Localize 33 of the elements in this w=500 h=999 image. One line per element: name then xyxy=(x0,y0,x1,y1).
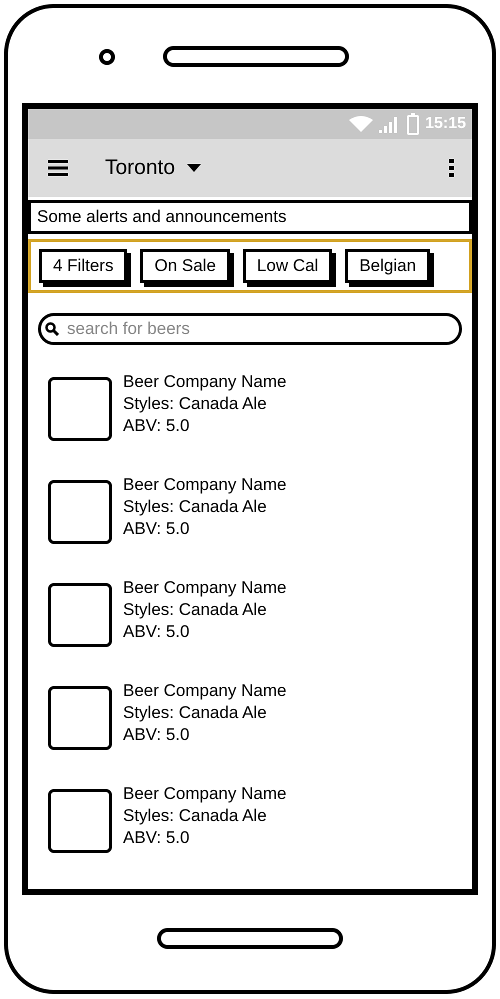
search-field[interactable]: search for beers xyxy=(38,313,462,345)
beer-styles: Styles: Canada Ale xyxy=(123,805,268,827)
beer-thumbnail xyxy=(48,377,112,441)
beer-styles: Styles: Canada Ale xyxy=(123,393,268,415)
beer-name: Beer Company Name xyxy=(123,783,286,805)
beer-styles: Styles: Canada Ale xyxy=(123,496,268,518)
wifi-icon xyxy=(349,116,374,132)
beer-name: Beer Company Name xyxy=(123,474,286,496)
battery-icon xyxy=(407,113,420,135)
camera-icon xyxy=(99,48,115,64)
status-time: 15:15 xyxy=(425,114,466,134)
dropdown-caret-icon[interactable] xyxy=(187,164,202,172)
beer-name: Beer Company Name xyxy=(123,577,286,599)
beer-name: Beer Company Name xyxy=(123,680,286,702)
speaker-icon xyxy=(163,46,349,67)
beer-styles: Styles: Canada Ale xyxy=(123,702,268,724)
beer-styles: Styles: Canada Ale xyxy=(123,599,268,621)
beer-abv: ABV: 5.0 xyxy=(123,518,190,540)
beer-abv: ABV: 5.0 xyxy=(123,724,190,746)
beer-thumbnail xyxy=(48,480,112,544)
beer-abv: ABV: 5.0 xyxy=(123,415,190,437)
beer-thumbnail xyxy=(48,789,112,853)
home-button[interactable] xyxy=(157,928,343,949)
search-icon xyxy=(45,322,59,336)
beer-abv: ABV: 5.0 xyxy=(123,827,190,849)
beer-abv: ABV: 5.0 xyxy=(123,621,190,643)
menu-icon[interactable] xyxy=(48,160,68,176)
beer-name: Beer Company Name xyxy=(123,371,286,393)
alert-banner: Some alerts and announcements xyxy=(28,200,472,234)
more-icon[interactable] xyxy=(449,159,454,177)
beer-thumbnail xyxy=(48,686,112,750)
beer-thumbnail xyxy=(48,583,112,647)
city-title[interactable]: Toronto xyxy=(105,152,176,184)
